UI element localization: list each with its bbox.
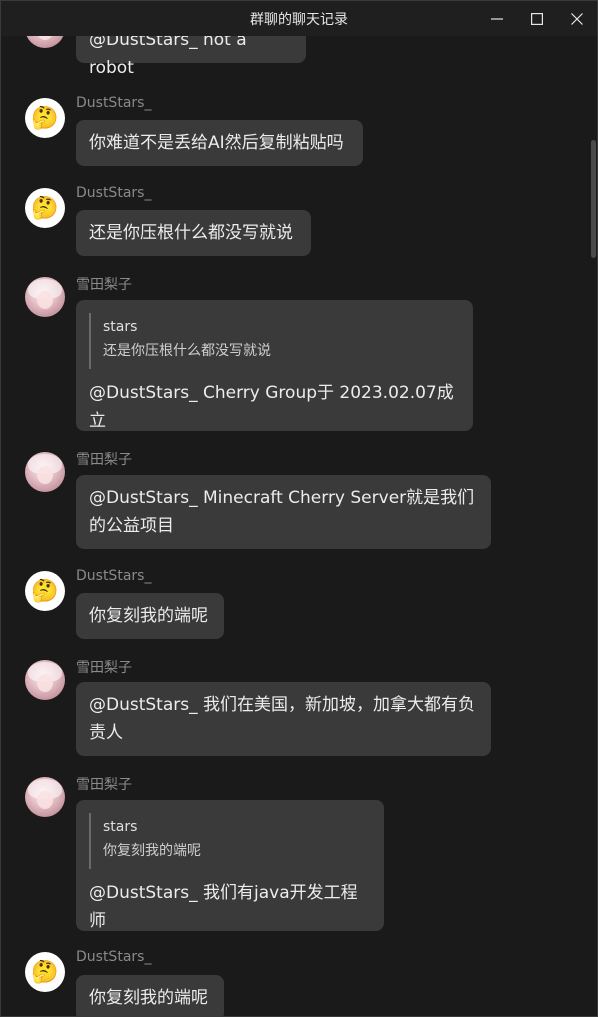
sender-name: DustStars_ [76,949,152,965]
sender-name: DustStars_ [76,95,152,111]
message-bubble[interactable]: @DustStars_ not a robot [76,36,306,78]
quoted-text: 你复刻我的端呢 [103,843,201,859]
maximize-button[interactable] [517,1,557,36]
message-text: @DustStars_ not a robot [89,36,247,78]
sender-name: 雪田梨子 [76,777,132,793]
avatar[interactable] [25,277,65,317]
avatar[interactable] [25,660,65,700]
avatar[interactable] [25,36,65,48]
thinking-face-icon: 🤔 [31,195,59,221]
thinking-face-icon: 🤔 [31,959,59,985]
message-text: 你难道不是丢给AI然后复制粘贴吗 [89,133,344,153]
avatar[interactable]: 🤔 [25,188,65,228]
chat-history-window: 群聊的聊天记录 @DustStars_ not a robot 🤔 DustSt… [0,0,598,1017]
window-title: 群聊的聊天记录 [250,11,348,28]
quoted-text: 还是你压根什么都没写就说 [103,343,271,359]
quoted-message[interactable]: stars 还是你压根什么都没写就说 [89,313,460,369]
avatar[interactable]: 🤔 [25,98,65,138]
message-bubble[interactable]: 你复刻我的端呢 [76,975,224,1016]
message-text: @DustStars_ Minecraft Cherry Server就是我们的… [89,488,475,536]
message-text: 你复刻我的端呢 [89,988,208,1008]
avatar[interactable] [25,777,65,817]
message-list[interactable]: @DustStars_ not a robot 🤔 DustStars_ 你难道… [1,36,597,1016]
message-text: 你复刻我的端呢 [89,606,208,626]
vertical-scrollbar[interactable] [590,36,596,1016]
message-bubble[interactable]: 你难道不是丢给AI然后复制粘贴吗 [76,120,363,166]
title-bar[interactable]: 群聊的聊天记录 [1,1,597,36]
quoted-sender: stars [103,819,138,835]
message-text: @DustStars_ 我们在美国，新加坡，加拿大都有负责人 [89,695,476,743]
sender-name: DustStars_ [76,185,152,201]
minimize-icon [491,17,503,20]
sender-name: 雪田梨子 [76,660,132,676]
window-controls [477,1,597,36]
close-button[interactable] [557,1,597,36]
quoted-sender: stars [103,319,138,335]
scrollbar-thumb[interactable] [591,140,596,258]
message-bubble[interactable]: 你复刻我的端呢 [76,593,224,639]
sender-name: 雪田梨子 [76,452,132,468]
thinking-face-icon: 🤔 [31,105,59,131]
message-bubble[interactable]: stars 还是你压根什么都没写就说 @DustStars_ Cherry Gr… [76,300,473,431]
message-bubble[interactable]: stars 你复刻我的端呢 @DustStars_ 我们有java开发工程师 [76,800,384,931]
close-icon [571,12,583,25]
message-text: 还是你压根什么都没写就说 [89,223,293,243]
avatar[interactable]: 🤔 [25,571,65,611]
message-bubble[interactable]: @DustStars_ Minecraft Cherry Server就是我们的… [76,475,491,549]
message-text: @DustStars_ 我们有java开发工程师 [89,883,358,931]
minimize-button[interactable] [477,1,517,36]
avatar[interactable]: 🤔 [25,952,65,992]
quoted-message[interactable]: stars 你复刻我的端呢 [89,813,371,869]
sender-name: 雪田梨子 [76,277,132,293]
message-bubble[interactable]: 还是你压根什么都没写就说 [76,210,311,256]
message-bubble[interactable]: @DustStars_ 我们在美国，新加坡，加拿大都有负责人 [76,682,491,756]
sender-name: DustStars_ [76,568,152,584]
maximize-icon [531,12,543,25]
message-text: @DustStars_ Cherry Group于 2023.02.07成立 [89,383,454,431]
avatar[interactable] [25,452,65,492]
thinking-face-icon: 🤔 [31,578,59,604]
